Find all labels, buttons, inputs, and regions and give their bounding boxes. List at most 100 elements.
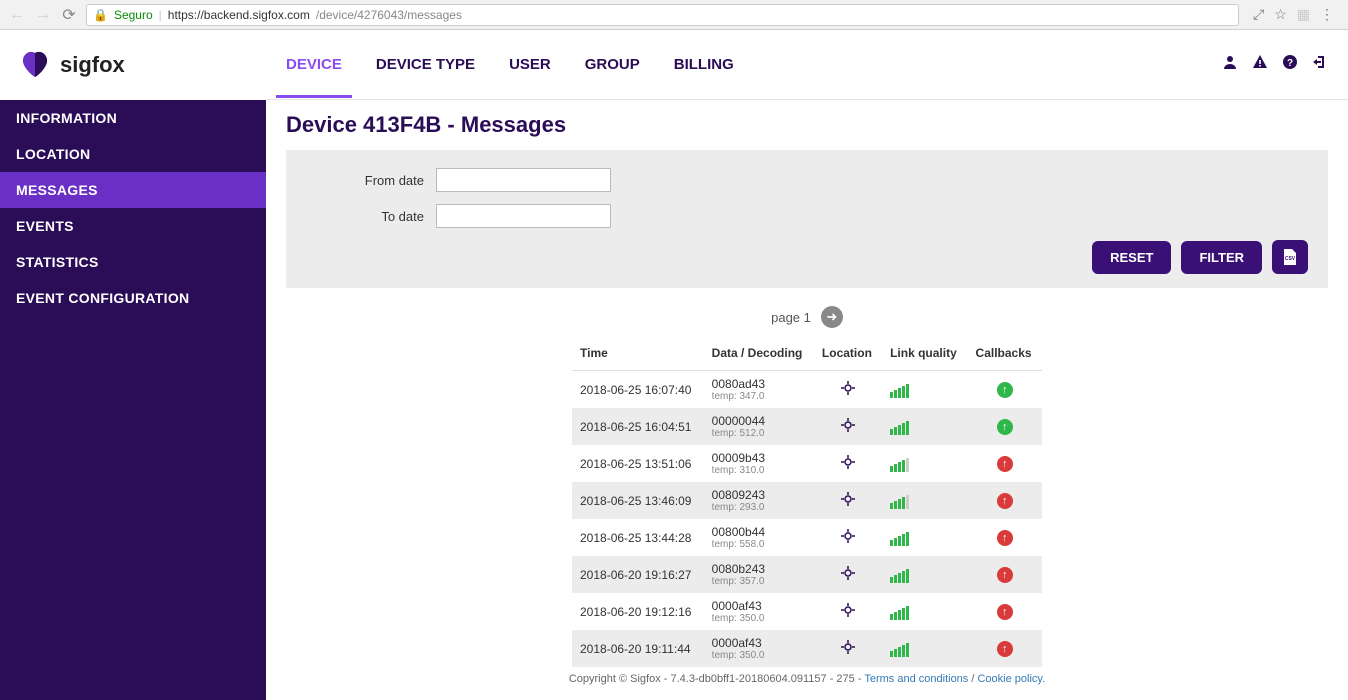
column-header: Time <box>572 336 704 371</box>
to-date-input[interactable] <box>436 204 611 228</box>
pager-next-icon[interactable]: ➜ <box>821 306 843 328</box>
sidebar-item-location[interactable]: LOCATION <box>0 136 266 172</box>
table-row: 2018-06-20 19:11:440000af43temp: 350.0↑ <box>572 630 1042 667</box>
cell-time: 2018-06-25 13:46:09 <box>572 482 704 519</box>
location-icon[interactable] <box>841 566 855 580</box>
forward-icon[interactable]: → <box>34 6 52 24</box>
pager: page 1 ➜ <box>771 306 843 328</box>
terms-link[interactable]: Terms and conditions <box>864 673 968 685</box>
reset-button[interactable]: RESET <box>1092 241 1171 274</box>
cell-callback[interactable]: ↑ <box>968 482 1042 519</box>
cell-location[interactable] <box>814 445 882 482</box>
sidebar-item-statistics[interactable]: STATISTICS <box>0 244 266 280</box>
cell-callback[interactable]: ↑ <box>968 371 1042 409</box>
browser-bar: ← → ⟳ 🔒 Seguro | https://backend.sigfox.… <box>0 0 1348 30</box>
cell-callback[interactable]: ↑ <box>968 593 1042 630</box>
sidebar: sigfox INFORMATIONLOCATIONMESSAGESEVENTS… <box>0 30 266 700</box>
signal-icon <box>890 456 959 472</box>
tab-billing[interactable]: BILLING <box>674 32 734 97</box>
cell-location[interactable] <box>814 482 882 519</box>
cell-location[interactable] <box>814 408 882 445</box>
from-date-input[interactable] <box>436 168 611 192</box>
filter-button[interactable]: FILTER <box>1181 241 1262 274</box>
help-icon[interactable]: ? <box>1282 54 1298 75</box>
alert-icon[interactable] <box>1252 54 1268 75</box>
lock-icon: 🔒 <box>93 8 108 22</box>
tab-user[interactable]: USER <box>509 32 551 97</box>
callback-err-icon[interactable]: ↑ <box>997 493 1013 509</box>
cell-location[interactable] <box>814 593 882 630</box>
tab-device-type[interactable]: DEVICE TYPE <box>376 32 475 97</box>
location-icon[interactable] <box>841 455 855 469</box>
cell-data: 0080ad43temp: 347.0 <box>704 371 814 409</box>
url-host: https://backend.sigfox.com <box>168 8 310 22</box>
cell-time: 2018-06-25 16:04:51 <box>572 408 704 445</box>
location-icon[interactable] <box>841 492 855 506</box>
signal-icon <box>890 419 959 435</box>
location-icon[interactable] <box>841 603 855 617</box>
footer: Copyright © Sigfox - 7.4.3-db0bff1-20180… <box>286 667 1328 691</box>
cell-location[interactable] <box>814 519 882 556</box>
cell-callback[interactable]: ↑ <box>968 519 1042 556</box>
sidebar-item-messages[interactable]: MESSAGES <box>0 172 266 208</box>
cell-location[interactable] <box>814 371 882 409</box>
url-bar[interactable]: 🔒 Seguro | https://backend.sigfox.com/de… <box>86 4 1239 26</box>
callback-err-icon[interactable]: ↑ <box>997 530 1013 546</box>
cell-callback[interactable]: ↑ <box>968 408 1042 445</box>
cell-time: 2018-06-25 16:07:40 <box>572 371 704 409</box>
signal-icon <box>890 530 959 546</box>
translate-icon[interactable]: ⤢ <box>1253 6 1264 23</box>
location-icon[interactable] <box>841 529 855 543</box>
csv-export-button[interactable]: CSV <box>1272 240 1308 274</box>
location-icon[interactable] <box>841 640 855 654</box>
cell-location[interactable] <box>814 630 882 667</box>
sidebar-item-events[interactable]: EVENTS <box>0 208 266 244</box>
sidebar-item-information[interactable]: INFORMATION <box>0 100 266 136</box>
cell-callback[interactable]: ↑ <box>968 445 1042 482</box>
callback-ok-icon[interactable]: ↑ <box>997 419 1013 435</box>
cell-time: 2018-06-20 19:11:44 <box>572 630 704 667</box>
cell-callback[interactable]: ↑ <box>968 630 1042 667</box>
cell-callback[interactable]: ↑ <box>968 556 1042 593</box>
signal-icon <box>890 567 959 583</box>
svg-text:CSV: CSV <box>1285 256 1296 262</box>
callback-err-icon[interactable]: ↑ <box>997 641 1013 657</box>
table-row: 2018-06-20 19:16:270080b243temp: 357.0↑ <box>572 556 1042 593</box>
cookie-link[interactable]: Cookie policy <box>977 673 1042 685</box>
cell-time: 2018-06-25 13:44:28 <box>572 519 704 556</box>
callback-err-icon[interactable]: ↑ <box>997 456 1013 472</box>
sidebar-item-event-configuration[interactable]: EVENT CONFIGURATION <box>0 280 266 316</box>
cell-time: 2018-06-20 19:16:27 <box>572 556 704 593</box>
cell-link-quality <box>882 556 967 593</box>
filter-panel: From date To date RESET FILTER CSV <box>286 150 1328 288</box>
messages-table: TimeData / DecodingLocationLink qualityC… <box>572 336 1042 667</box>
location-icon[interactable] <box>841 418 855 432</box>
logout-icon[interactable] <box>1312 54 1328 75</box>
callback-err-icon[interactable]: ↑ <box>997 567 1013 583</box>
logo-text: sigfox <box>60 52 125 78</box>
signal-icon <box>890 641 959 657</box>
callback-ok-icon[interactable]: ↑ <box>997 382 1013 398</box>
from-date-label: From date <box>306 173 436 188</box>
table-row: 2018-06-25 16:07:400080ad43temp: 347.0 ↑ <box>572 371 1042 409</box>
cell-link-quality <box>882 593 967 630</box>
to-date-label: To date <box>306 209 436 224</box>
star-icon[interactable]: ☆ <box>1274 6 1287 23</box>
table-row: 2018-06-25 13:44:2800800b44temp: 558.0↑ <box>572 519 1042 556</box>
signal-icon <box>890 604 959 620</box>
logo-icon <box>18 51 52 79</box>
tab-group[interactable]: GROUP <box>585 32 640 97</box>
callback-err-icon[interactable]: ↑ <box>997 604 1013 620</box>
extension-icon[interactable]: ▦ <box>1297 6 1310 23</box>
user-icon[interactable] <box>1222 54 1238 75</box>
location-icon[interactable] <box>841 381 855 395</box>
logo[interactable]: sigfox <box>0 30 266 100</box>
cell-location[interactable] <box>814 556 882 593</box>
reload-icon[interactable]: ⟳ <box>60 5 78 25</box>
menu-icon[interactable]: ⋮ <box>1320 6 1334 23</box>
table-row: 2018-06-25 13:46:0900809243temp: 293.0↑ <box>572 482 1042 519</box>
back-icon[interactable]: ← <box>8 6 26 24</box>
table-row: 2018-06-20 19:12:160000af43temp: 350.0↑ <box>572 593 1042 630</box>
url-path: /device/4276043/messages <box>316 8 462 22</box>
tab-device[interactable]: DEVICE <box>286 32 342 97</box>
